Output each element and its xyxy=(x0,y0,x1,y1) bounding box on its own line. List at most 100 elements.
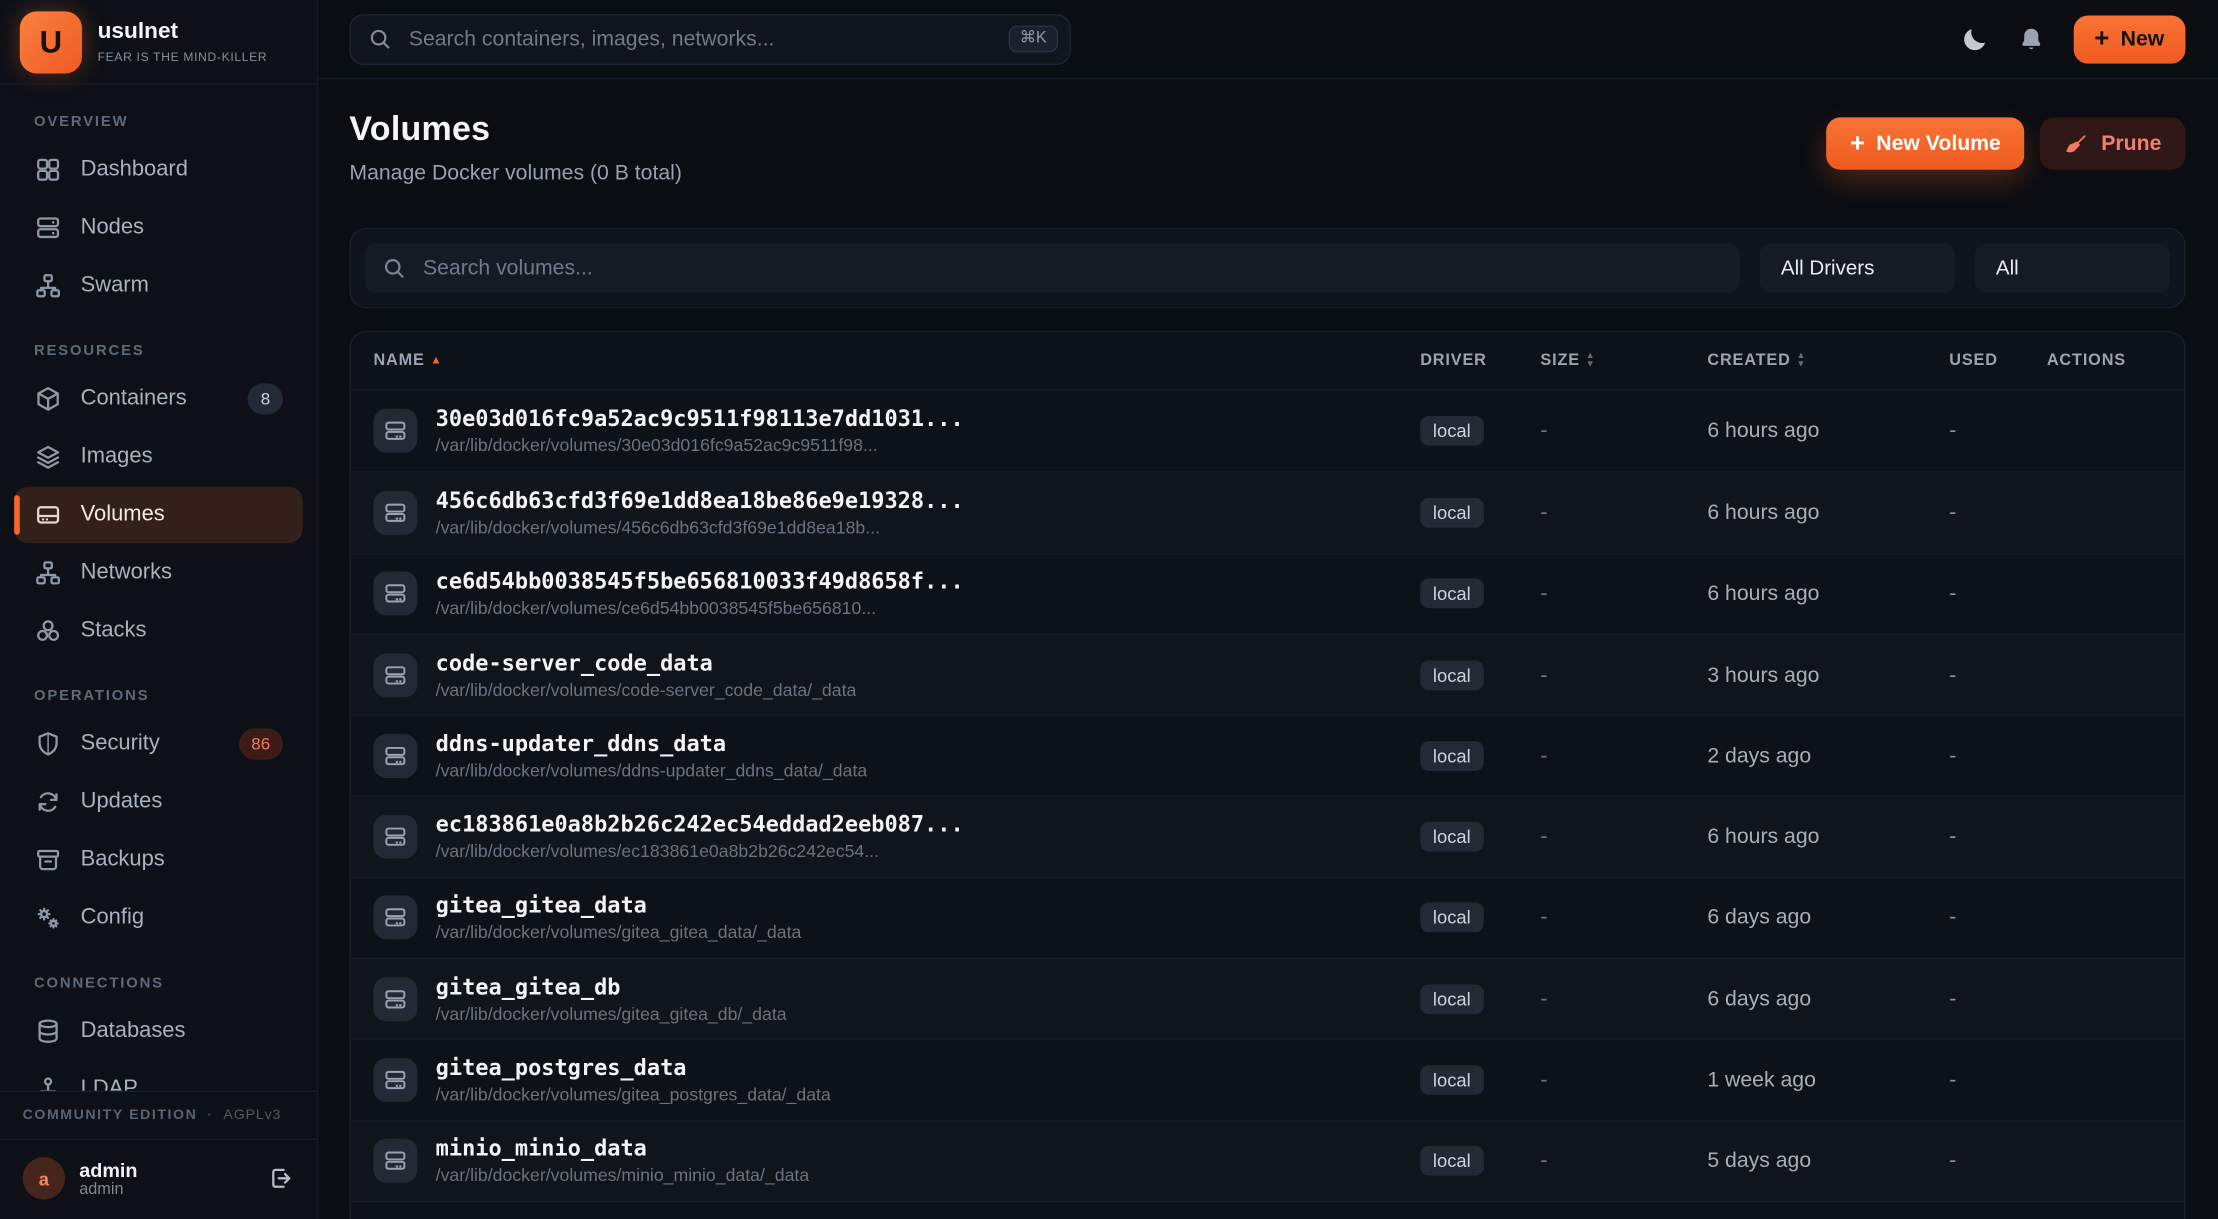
prune-button[interactable]: Prune xyxy=(2040,117,2185,169)
column-header-created[interactable]: CREATED▲▼ xyxy=(1707,352,1949,369)
logout-icon[interactable] xyxy=(266,1164,294,1192)
sidebar-item-label: Databases xyxy=(81,1018,186,1043)
volume-row[interactable]: 30e03d016fc9a52ac9c9511f98113e7dd1031...… xyxy=(351,390,2184,471)
global-search-input[interactable] xyxy=(406,25,994,52)
column-label: USED xyxy=(1949,352,1998,369)
backups-icon xyxy=(34,846,62,874)
volume-row[interactable]: gitea_gitea_db/var/lib/docker/volumes/gi… xyxy=(351,958,2184,1039)
sidebar-item-label: Config xyxy=(81,905,144,930)
volume-name: 30e03d016fc9a52ac9c9511f98113e7dd1031... xyxy=(436,406,964,431)
sidebar-item-volumes[interactable]: Volumes xyxy=(14,487,303,544)
new-button[interactable]: + New xyxy=(2073,15,2185,63)
count-badge: 8 xyxy=(248,383,283,414)
volume-size: - xyxy=(1540,501,1707,525)
sidebar-item-label: Dashboard xyxy=(81,157,188,182)
driver-badge: local xyxy=(1420,741,1483,771)
sidebar-item-stacks[interactable]: Stacks xyxy=(14,603,303,660)
images-icon xyxy=(34,443,62,471)
bell-icon[interactable] xyxy=(2017,25,2045,53)
security-icon xyxy=(34,730,62,758)
sidebar-item-nodes[interactable]: Nodes xyxy=(14,199,303,256)
page-title: Volumes xyxy=(349,110,682,150)
sidebar-item-images[interactable]: Images xyxy=(14,429,303,486)
topbar: ⌘K + New xyxy=(318,0,2218,79)
sidebar-footer: COMMUNITY EDITION · AGPLv3 a admin admin xyxy=(0,1091,317,1219)
volume-name: gitea_gitea_db xyxy=(436,974,787,999)
sidebar-item-updates[interactable]: Updates xyxy=(14,774,303,831)
sidebar-item-label: Networks xyxy=(81,560,172,585)
driver-badge: local xyxy=(1420,1065,1483,1095)
brand-tagline: FEAR IS THE MIND-KILLER xyxy=(98,49,268,63)
hdd-icon xyxy=(373,653,417,697)
edition-separator: · xyxy=(207,1108,213,1124)
sidebar-item-label: Security xyxy=(81,731,160,756)
sidebar-item-security[interactable]: Security86 xyxy=(14,716,303,773)
driver-filter-select[interactable]: All Drivers xyxy=(1760,243,1955,293)
sidebar-item-swarm[interactable]: Swarm xyxy=(14,257,303,314)
column-header-size[interactable]: SIZE▲▼ xyxy=(1540,352,1707,369)
column-label: DRIVER xyxy=(1420,352,1487,369)
volume-row[interactable]: ce6d54bb0038545f5be656810033f49d8658f...… xyxy=(351,553,2184,634)
moon-icon[interactable] xyxy=(1960,25,1988,53)
volume-search-input[interactable] xyxy=(420,255,1723,282)
avatar: a xyxy=(23,1157,65,1199)
sidebar-item-label: Volumes xyxy=(81,502,165,527)
sidebar-item-label: Images xyxy=(81,444,153,469)
volume-size: - xyxy=(1540,1068,1707,1092)
brand-block[interactable]: U usulnet FEAR IS THE MIND-KILLER xyxy=(0,0,317,85)
volume-row[interactable]: ddns-updater_ddns_data/var/lib/docker/vo… xyxy=(351,715,2184,796)
volume-path: /var/lib/docker/volumes/code-server_code… xyxy=(436,680,857,700)
volume-name: ce6d54bb0038545f5be656810033f49d8658f... xyxy=(436,569,964,594)
sidebar-item-label: LDAP xyxy=(81,1076,138,1090)
table-body: 30e03d016fc9a52ac9c9511f98113e7dd1031...… xyxy=(351,390,2184,1219)
sidebar-item-networks[interactable]: Networks xyxy=(14,545,303,602)
volume-size: - xyxy=(1540,906,1707,930)
volume-created: 1 week ago xyxy=(1707,1068,1949,1092)
config-icon xyxy=(34,904,62,932)
user-menu[interactable]: a admin admin xyxy=(0,1139,317,1219)
user-role: admin xyxy=(79,1181,137,1198)
sidebar-item-ldap[interactable]: LDAP xyxy=(14,1061,303,1091)
edition-label: COMMUNITY EDITION xyxy=(23,1108,198,1124)
volume-used: - xyxy=(1949,419,2047,443)
sidebar-item-config[interactable]: Config xyxy=(14,890,303,947)
column-header-name[interactable]: NAME▲ xyxy=(373,352,1420,369)
hdd-icon xyxy=(373,572,417,616)
sidebar-item-label: Containers xyxy=(81,386,187,411)
volume-row[interactable]: ec183861e0a8b2b26c242ec54eddad2eeb087...… xyxy=(351,796,2184,877)
sidebar-nav: OVERVIEWDashboardNodesSwarmRESOURCESCont… xyxy=(0,85,317,1091)
sidebar-item-containers[interactable]: Containers 8 xyxy=(14,371,303,428)
volumes-page: Volumes Manage Docker volumes (0 B total… xyxy=(318,79,2218,1219)
volume-row[interactable] xyxy=(351,1201,2184,1219)
volume-used: - xyxy=(1949,582,2047,606)
volume-search[interactable] xyxy=(365,243,1740,293)
filter-bar: All Drivers All xyxy=(349,228,2185,309)
sidebar-item-backups[interactable]: Backups xyxy=(14,832,303,889)
new-volume-button[interactable]: + New Volume xyxy=(1826,117,2025,169)
volume-created: 2 days ago xyxy=(1707,744,1949,768)
sidebar-item-label: Updates xyxy=(81,789,163,814)
sidebar-item-dashboard[interactable]: Dashboard xyxy=(14,141,303,198)
sidebar-item-label: Stacks xyxy=(81,618,147,643)
volume-row[interactable]: code-server_code_data/var/lib/docker/vol… xyxy=(351,634,2184,715)
volume-row[interactable]: 456c6db63cfd3f69e1dd8ea18be86e9e19328...… xyxy=(351,471,2184,552)
databases-icon xyxy=(34,1017,62,1045)
volume-row[interactable]: gitea_gitea_data/var/lib/docker/volumes/… xyxy=(351,877,2184,958)
volume-row[interactable]: gitea_postgres_data/var/lib/docker/volum… xyxy=(351,1039,2184,1120)
volume-row[interactable]: minio_minio_data/var/lib/docker/volumes/… xyxy=(351,1120,2184,1201)
hdd-icon xyxy=(373,815,417,859)
volume-used: - xyxy=(1949,744,2047,768)
driver-badge: local xyxy=(1420,498,1483,528)
volume-size: - xyxy=(1540,744,1707,768)
nodes-icon xyxy=(34,214,62,242)
usage-filter-select[interactable]: All xyxy=(1975,243,2170,293)
volume-used: - xyxy=(1949,987,2047,1011)
global-search[interactable]: ⌘K xyxy=(349,13,1070,64)
volume-path: /var/lib/docker/volumes/30e03d016fc9a52a… xyxy=(436,436,964,456)
column-label: NAME xyxy=(373,352,424,369)
sidebar-item-databases[interactable]: Databases xyxy=(14,1003,303,1060)
driver-badge: local xyxy=(1420,660,1483,690)
volume-name: minio_minio_data xyxy=(436,1136,809,1161)
volume-path: /var/lib/docker/volumes/minio_minio_data… xyxy=(436,1166,809,1186)
volume-name: 456c6db63cfd3f69e1dd8ea18be86e9e19328... xyxy=(436,488,964,513)
